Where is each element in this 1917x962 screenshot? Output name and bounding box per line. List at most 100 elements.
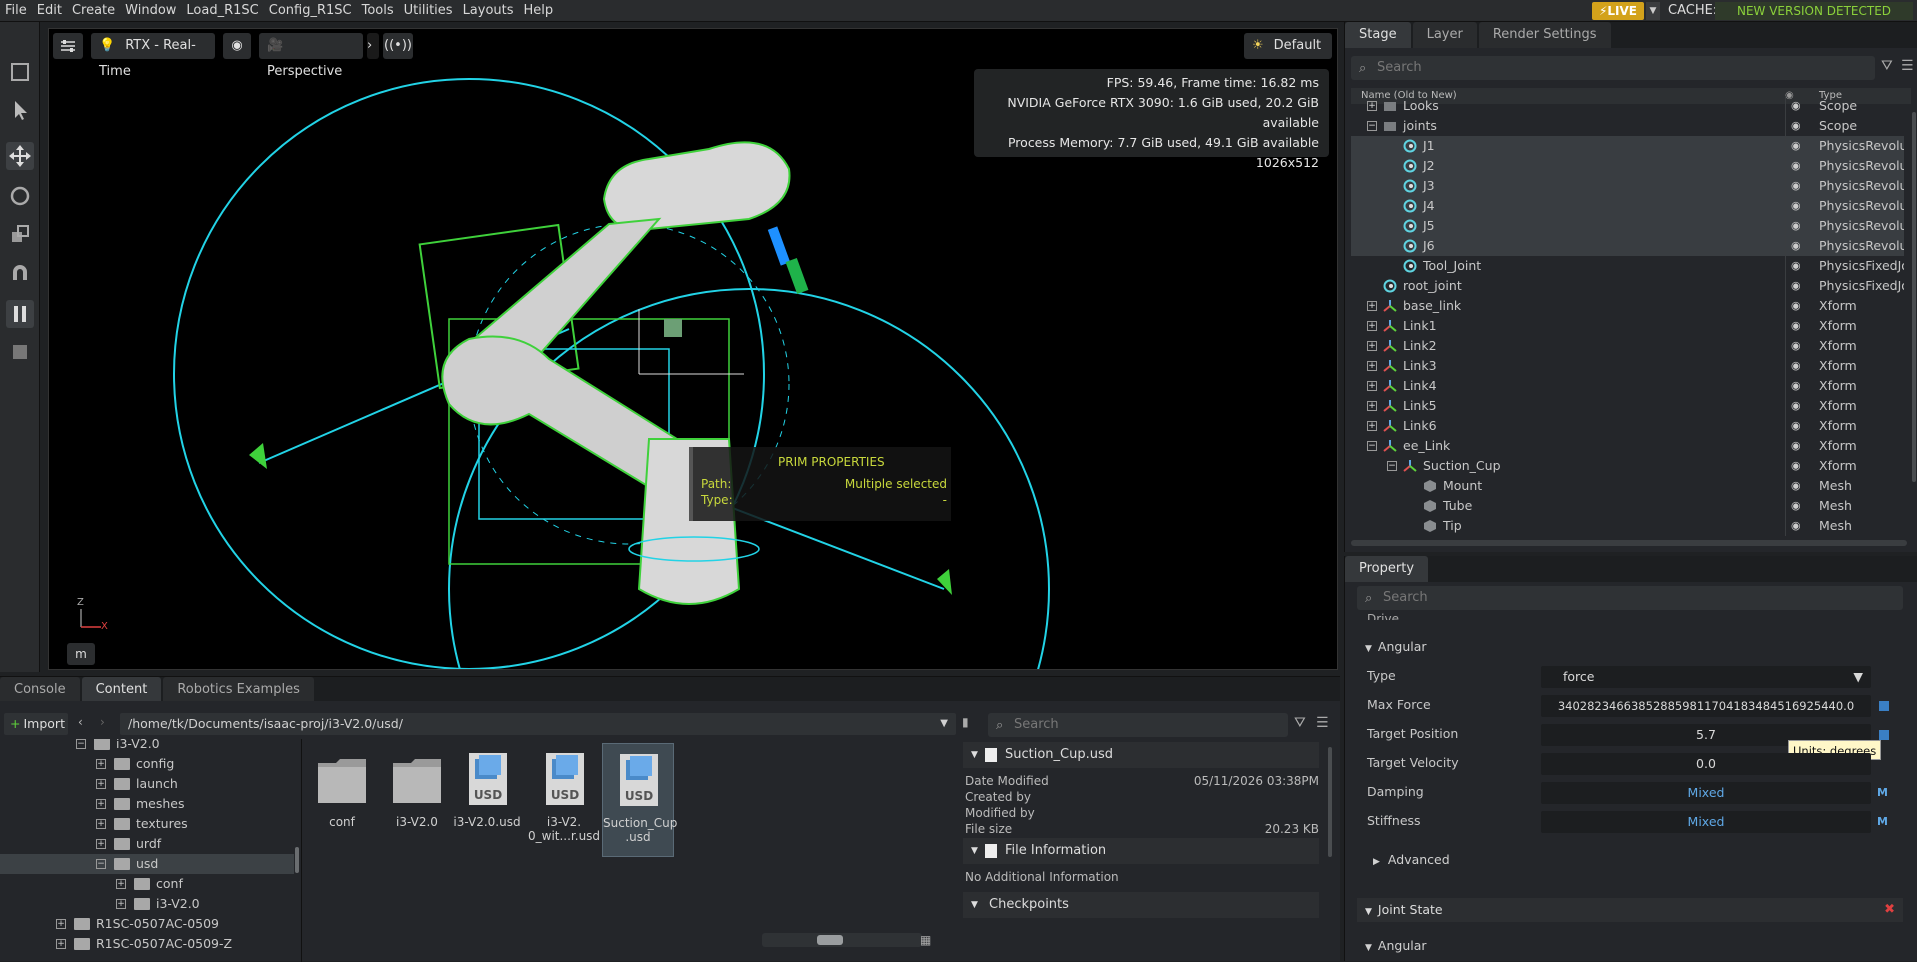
- remove-icon[interactable]: ✖: [1884, 898, 1895, 922]
- stage-row[interactable]: Tool_Joint ◉ PhysicsFixedJoint: [1351, 256, 1904, 276]
- select-mode-button[interactable]: [6, 58, 34, 86]
- robot-scene[interactable]: [49, 29, 1338, 670]
- stage-row[interactable]: − joints ◉ Scope: [1351, 116, 1904, 136]
- eye-icon[interactable]: ◉: [1791, 496, 1801, 516]
- file-item[interactable]: USD Suction_Cup .usd: [602, 743, 677, 857]
- menu-tools[interactable]: Tools: [357, 0, 399, 22]
- stage-row[interactable]: + Looks ◉ Scope: [1351, 96, 1904, 116]
- tab-layer[interactable]: Layer: [1412, 22, 1477, 48]
- advanced-section-header[interactable]: ▶ Advanced: [1373, 852, 1450, 867]
- menu-layouts[interactable]: Layouts: [458, 0, 519, 22]
- eye-icon[interactable]: ◉: [1791, 516, 1801, 536]
- stage-row[interactable]: + Link3 ◉ Xform: [1351, 356, 1904, 376]
- live-button[interactable]: ⚡LIVE: [1592, 2, 1644, 20]
- expand-icon[interactable]: +: [116, 899, 126, 909]
- eye-icon[interactable]: ◉: [1791, 456, 1801, 476]
- stage-row[interactable]: J2 ◉ PhysicsRevoluteJoint: [1351, 156, 1904, 176]
- expand-icon[interactable]: +: [1367, 321, 1377, 331]
- checkpoints-header[interactable]: ▼ Checkpoints: [963, 892, 1319, 918]
- menu-load-r1sc[interactable]: Load_R1SC: [181, 0, 263, 22]
- eye-icon[interactable]: ◉: [1791, 216, 1801, 236]
- scale-tool-button[interactable]: [6, 220, 34, 248]
- expand-icon[interactable]: +: [96, 759, 106, 769]
- tree-item[interactable]: + launch: [0, 774, 294, 794]
- stage-search-input[interactable]: ⌕ Search: [1351, 56, 1875, 80]
- menu-file[interactable]: File: [0, 0, 32, 22]
- eye-icon[interactable]: ◉: [1791, 156, 1801, 176]
- new-version-badge[interactable]: NEW VERSION DETECTED: [1715, 2, 1913, 20]
- target-velocity-field[interactable]: 0.0: [1541, 753, 1871, 775]
- tree-item[interactable]: + textures: [0, 814, 294, 834]
- file-item[interactable]: USD i3-V2. 0_wit...r.usd: [528, 743, 600, 857]
- snap-tool-button[interactable]: [6, 260, 34, 288]
- grid-hscroll[interactable]: [762, 933, 922, 947]
- drive-type-select[interactable]: force ▼: [1541, 666, 1871, 688]
- eye-icon[interactable]: ◉: [1791, 336, 1801, 356]
- eye-icon[interactable]: ◉: [1791, 256, 1801, 276]
- tree-item[interactable]: + config: [0, 754, 294, 774]
- expand-icon[interactable]: +: [1367, 341, 1377, 351]
- expand-icon[interactable]: +: [116, 879, 126, 889]
- units-button[interactable]: m: [67, 643, 95, 665]
- eye-icon[interactable]: ◉: [1791, 476, 1801, 496]
- grid-view-icon[interactable]: ▦: [920, 933, 931, 947]
- stage-hscroll[interactable]: [1351, 540, 1907, 546]
- stage-row[interactable]: + base_link ◉ Xform: [1351, 296, 1904, 316]
- angular-section-header[interactable]: ▼ Angular: [1365, 639, 1427, 654]
- tree-item[interactable]: + R1SC-0507AC-0509: [0, 914, 294, 934]
- expand-icon[interactable]: +: [1367, 361, 1377, 371]
- menu-config-r1sc[interactable]: Config_R1SC: [264, 0, 357, 22]
- tree-item[interactable]: − i3-V2.0: [0, 739, 294, 754]
- eye-icon[interactable]: ◉: [1791, 376, 1801, 396]
- path-input[interactable]: /home/tk/Documents/isaac-proj/i3-V2.0/us…: [120, 713, 956, 735]
- collapse-icon[interactable]: −: [96, 859, 106, 869]
- expand-icon[interactable]: +: [96, 819, 106, 829]
- stage-row[interactable]: + Link2 ◉ Xform: [1351, 336, 1904, 356]
- content-search-input[interactable]: ⌕ Search: [988, 713, 1288, 737]
- eye-icon[interactable]: ◉: [1791, 276, 1801, 296]
- expand-icon[interactable]: +: [96, 779, 106, 789]
- tree-item[interactable]: + R1SC-0507AC-0509-Z: [0, 934, 294, 954]
- stage-row[interactable]: Tube ◉ Mesh: [1351, 496, 1904, 516]
- damping-field[interactable]: Mixed: [1541, 782, 1871, 804]
- tree-scrollbar[interactable]: [295, 847, 299, 873]
- viewport[interactable]: 💡 RTX - Real-Time ◉ 🎥Perspective › ((•)) …: [48, 28, 1338, 670]
- expand-icon[interactable]: +: [1367, 301, 1377, 311]
- joint-state-section-header[interactable]: ▼ Joint State ✖: [1357, 898, 1903, 922]
- menu-help[interactable]: Help: [519, 0, 559, 22]
- expand-icon[interactable]: +: [56, 919, 66, 929]
- max-force-field[interactable]: 340282346638528859811704183484516925440.…: [1541, 695, 1871, 717]
- filter-icon[interactable]: ⛛: [1881, 58, 1893, 74]
- pause-button[interactable]: [6, 300, 34, 328]
- content-filter-icon[interactable]: ⛛: [1294, 715, 1306, 731]
- move-tool-button[interactable]: [6, 142, 34, 170]
- menu-utilities[interactable]: Utilities: [399, 0, 458, 22]
- back-arrow-icon[interactable]: ‹: [78, 715, 83, 729]
- stage-row[interactable]: J1 ◉ PhysicsRevoluteJoint: [1351, 136, 1904, 156]
- live-dropdown-button[interactable]: ▼: [1646, 2, 1660, 20]
- path-dropdown-icon[interactable]: ▼: [940, 713, 948, 735]
- tree-item[interactable]: + conf: [0, 874, 294, 894]
- stage-row[interactable]: + Link1 ◉ Xform: [1351, 316, 1904, 336]
- eye-icon[interactable]: ◉: [1791, 136, 1801, 156]
- stop-button[interactable]: [6, 338, 34, 366]
- tab-robotics-examples[interactable]: Robotics Examples: [163, 677, 314, 701]
- expand-icon[interactable]: +: [1367, 101, 1377, 111]
- file-item[interactable]: i3-V2.0: [381, 743, 453, 857]
- collapse-icon[interactable]: −: [1387, 461, 1397, 471]
- expand-icon[interactable]: +: [1367, 401, 1377, 411]
- stage-menu-icon[interactable]: ☰: [1901, 58, 1914, 74]
- content-menu-icon[interactable]: ☰: [1316, 715, 1329, 731]
- select-tool-button[interactable]: [6, 96, 34, 124]
- tab-render-settings[interactable]: Render Settings: [1478, 22, 1611, 48]
- stage-row[interactable]: root_joint ◉ PhysicsFixedJoint: [1351, 276, 1904, 296]
- tab-content[interactable]: Content: [81, 677, 162, 701]
- tree-item[interactable]: + urdf: [0, 834, 294, 854]
- eye-icon[interactable]: ◉: [1791, 176, 1801, 196]
- stage-row[interactable]: − ee_Link ◉ Xform: [1351, 436, 1904, 456]
- menu-window[interactable]: Window: [120, 0, 181, 22]
- stage-vscroll[interactable]: [1912, 112, 1916, 482]
- expand-icon[interactable]: +: [96, 839, 106, 849]
- bookmark-icon[interactable]: ▮: [962, 715, 969, 729]
- stage-row[interactable]: J4 ◉ PhysicsRevoluteJoint: [1351, 196, 1904, 216]
